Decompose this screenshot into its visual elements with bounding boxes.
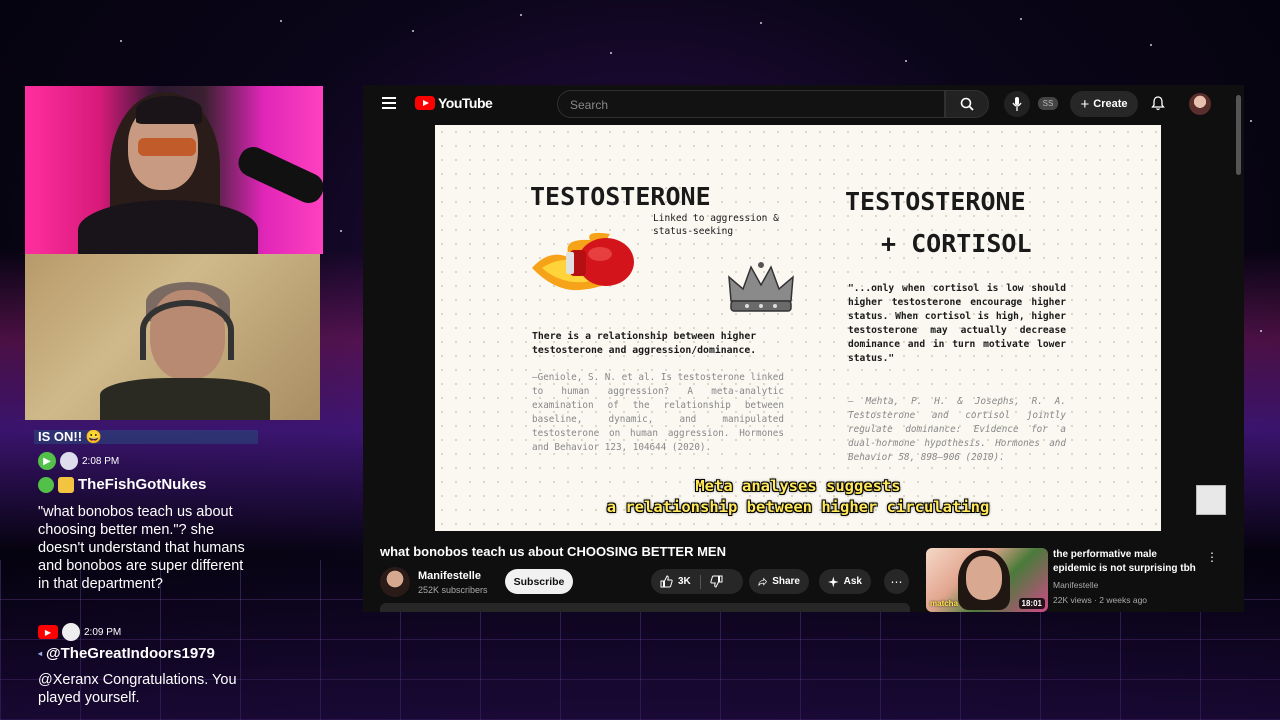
star — [1260, 330, 1262, 332]
chat-message: @Xeranx Congratulations. You played your… — [38, 672, 237, 706]
video-caption-line1: Meta analyses suggests — [695, 477, 901, 495]
youtube-wordmark: YouTube — [438, 95, 493, 111]
create-label: Create — [1093, 98, 1128, 110]
ask-button[interactable]: Ask — [819, 569, 871, 594]
chat-username[interactable]: ◂ @TheGreatIndoors1979 — [38, 645, 215, 662]
chat-message: "what bonobos teach us about choosing be… — [38, 504, 245, 592]
recommended-meta: 22K views · 2 weeks ago — [1053, 595, 1148, 605]
thumb-face — [966, 556, 1002, 600]
star — [280, 20, 282, 22]
microphone-icon — [1012, 97, 1022, 111]
youtube-logo[interactable]: YouTube — [415, 95, 493, 111]
chat-username-text: TheFishGotNukes — [78, 476, 207, 493]
video-player[interactable]: TESTOSTERONE Linked to aggression & stat… — [435, 125, 1161, 531]
slide-right-title-line2: + CORTISOL — [881, 229, 1032, 258]
subscriber-count: 252K subscribers — [418, 585, 488, 595]
video-caption-line2: a relationship between higher circulatin… — [606, 498, 990, 516]
recommended-more-icon[interactable]: ⋮ — [1206, 550, 1218, 566]
boxing-glove-fire-icon — [532, 232, 634, 291]
sparkle-icon — [828, 576, 839, 587]
like-dislike-group[interactable]: 3K — [651, 569, 743, 594]
account-avatar[interactable] — [1189, 93, 1211, 115]
notifications-bell-icon[interactable] — [1151, 96, 1165, 111]
star — [412, 30, 414, 32]
share-icon — [758, 577, 767, 586]
guest-body — [100, 378, 270, 420]
star — [1250, 120, 1252, 122]
recommended-channel[interactable]: Manifestelle — [1053, 580, 1098, 590]
search-input[interactable]: Search — [557, 90, 945, 118]
youtube-icon: ▶ — [38, 625, 58, 639]
youtube-play-icon — [415, 96, 435, 110]
star — [905, 60, 907, 62]
star — [340, 230, 342, 232]
thumbs-up-icon[interactable] — [660, 575, 673, 588]
ask-label: Ask — [843, 576, 862, 587]
chat-time: 2:09 PM — [84, 626, 122, 638]
like-divider — [699, 574, 701, 589]
video-duration: 18:01 — [1018, 598, 1045, 609]
channel-avatar[interactable] — [380, 567, 410, 597]
channel-name[interactable]: Manifestelle — [418, 570, 481, 582]
slide-left-subtitle: Linked to aggression & status-seeking — [653, 213, 779, 237]
slide-left-title: TESTOSTERONE — [530, 182, 711, 211]
search-icon — [960, 97, 974, 111]
star — [760, 22, 762, 24]
video-title: what bonobos teach us about CHOOSING BET… — [380, 544, 726, 559]
user-avatar — [62, 623, 80, 641]
host-body — [78, 200, 258, 260]
youtube-topbar: YouTube Search SS + Create — [363, 85, 1244, 123]
stream-chat: IS ON!! 😀 ▶ 2:08 PM TheFishGotNukes "wha… — [34, 430, 258, 712]
voice-search-button[interactable] — [1004, 91, 1030, 117]
menu-icon[interactable] — [382, 97, 396, 109]
host-glasses — [138, 138, 196, 156]
chat-meta: ▶ 2:08 PM — [38, 452, 119, 470]
subscribe-button[interactable]: Subscribe — [505, 569, 573, 594]
crown-icon — [728, 262, 794, 312]
create-button[interactable]: + Create — [1070, 91, 1138, 117]
extension-badge[interactable]: SS — [1038, 97, 1058, 110]
like-count: 3K — [678, 576, 691, 587]
thumbs-down-icon[interactable] — [710, 575, 723, 588]
chat-username[interactable]: TheFishGotNukes — [38, 476, 206, 493]
chat-top-line: IS ON!! 😀 — [34, 430, 258, 444]
plus-icon: + — [1080, 95, 1090, 113]
badge-icon — [58, 476, 74, 493]
star — [520, 14, 522, 16]
recommended-video-title[interactable]: the performative male epidemic is not su… — [1053, 548, 1203, 576]
star — [1150, 44, 1152, 46]
star — [610, 52, 612, 54]
slide-left-body: There is a relationship between higher t… — [532, 331, 757, 356]
host-cap — [136, 96, 202, 124]
share-button[interactable]: Share — [749, 569, 809, 594]
rumble-icon — [38, 476, 54, 493]
youtube-window: YouTube Search SS + Create TESTOSTERONE … — [363, 85, 1244, 612]
more-actions-button[interactable]: ⋯ — [884, 569, 909, 594]
share-label: Share — [772, 576, 800, 587]
slide-right-quote: "...only when cortisol is low should hig… — [848, 283, 1066, 364]
user-avatar — [60, 452, 78, 470]
recommended-video-thumbnail[interactable]: matcha 18:01 — [926, 548, 1048, 612]
star — [120, 40, 122, 42]
scrollbar-thumb[interactable] — [1236, 95, 1241, 175]
headphones — [140, 300, 234, 360]
watermark-logo — [1196, 485, 1226, 515]
page-scrollbar[interactable] — [1233, 85, 1243, 612]
search-button[interactable] — [945, 90, 989, 118]
star — [1020, 18, 1022, 20]
slide-left-citation: –Geniole, S. N. et al. Is testosterone l… — [532, 372, 784, 453]
chat-username-text: @TheGreatIndoors1979 — [46, 645, 215, 662]
rumble-icon: ▶ — [38, 452, 56, 470]
thumb-overlay-text: matcha — [930, 599, 959, 608]
description-box[interactable] — [380, 603, 910, 612]
chat-meta: ▶ 2:09 PM — [38, 623, 121, 641]
pointer-icon: ◂ — [38, 649, 43, 658]
slide-right-citation: – Mehta, P. H. & Josephs, R. A. Testoste… — [848, 396, 1066, 463]
slide-right-title: TESTOSTERONE — [845, 187, 1026, 216]
ellipsis-icon: ⋯ — [890, 574, 903, 589]
chat-time: 2:08 PM — [82, 455, 120, 467]
